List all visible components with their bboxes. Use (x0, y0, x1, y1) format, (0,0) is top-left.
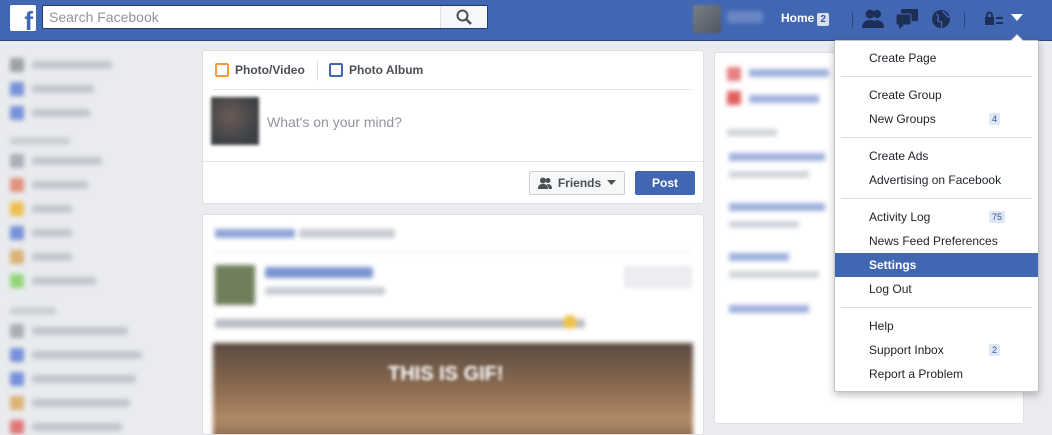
friend-requests-icon[interactable] (861, 8, 885, 30)
status-composer: Photo/Video Photo Album What's on your m… (202, 50, 704, 204)
account-dropdown-menu: Create Page Create Group New Groups 4 Cre… (834, 34, 1039, 392)
gif-caption: THIS IS GIF! (388, 363, 504, 385)
menu-item-support-inbox[interactable]: Support Inbox 2 (835, 338, 1038, 362)
profile-avatar[interactable] (693, 5, 721, 33)
left-navigation (8, 48, 198, 434)
support-inbox-count-badge: 2 (989, 344, 1001, 356)
home-count-badge: 2 (817, 13, 829, 26)
menu-item-activity-log[interactable]: Activity Log 75 (835, 205, 1038, 229)
menu-divider (841, 76, 1032, 77)
menu-item-create-page[interactable]: Create Page (835, 46, 1038, 70)
menu-item-settings[interactable]: Settings (835, 253, 1038, 277)
menu-item-news-feed-preferences[interactable]: News Feed Preferences (835, 229, 1038, 253)
menu-pointer (1011, 35, 1023, 41)
topbar-divider (964, 12, 965, 28)
privacy-shortcuts-icon[interactable] (984, 11, 1004, 27)
messages-icon[interactable] (895, 8, 919, 30)
friends-icon (537, 177, 552, 189)
new-groups-count-badge: 4 (989, 113, 1001, 125)
post-button[interactable]: Post (635, 171, 695, 195)
menu-item-log-out[interactable]: Log Out (835, 277, 1038, 301)
menu-divider (841, 137, 1032, 138)
avatar[interactable] (211, 97, 259, 145)
tab-photo-album[interactable]: Photo Album (329, 63, 423, 77)
menu-item-create-group[interactable]: Create Group (835, 83, 1038, 107)
search-input[interactable] (43, 6, 455, 28)
activity-log-count-badge: 75 (989, 211, 1006, 223)
menu-divider (841, 198, 1032, 199)
search-icon (456, 9, 472, 25)
top-navigation-bar: f Home2 (0, 0, 1052, 41)
divider (203, 161, 703, 162)
menu-item-advertising[interactable]: Advertising on Facebook (835, 168, 1038, 192)
menu-divider (841, 307, 1032, 308)
menu-item-new-groups[interactable]: New Groups 4 (835, 107, 1038, 131)
topbar-divider (852, 12, 853, 28)
account-menu-chevron-icon[interactable] (1011, 14, 1023, 22)
chevron-down-icon (607, 180, 617, 185)
menu-item-report-problem[interactable]: Report a Problem (835, 362, 1038, 386)
search-box (42, 5, 488, 29)
profile-name-link[interactable] (727, 11, 763, 23)
feed-story: THIS IS GIF! (202, 214, 704, 435)
tab-divider (317, 61, 318, 81)
divider (213, 89, 691, 90)
menu-item-help[interactable]: Help (835, 314, 1038, 338)
photo-icon (215, 63, 229, 77)
notifications-globe-icon[interactable] (930, 8, 952, 30)
menu-item-create-ads[interactable]: Create Ads (835, 144, 1038, 168)
album-icon (329, 63, 343, 77)
status-input[interactable]: What's on your mind? (267, 114, 402, 130)
audience-selector-button[interactable]: Friends (529, 171, 625, 195)
tab-photo-video[interactable]: Photo/Video (215, 63, 305, 77)
facebook-logo[interactable]: f (10, 5, 36, 31)
home-link[interactable]: Home 2 (781, 11, 829, 26)
search-button[interactable] (440, 6, 487, 28)
